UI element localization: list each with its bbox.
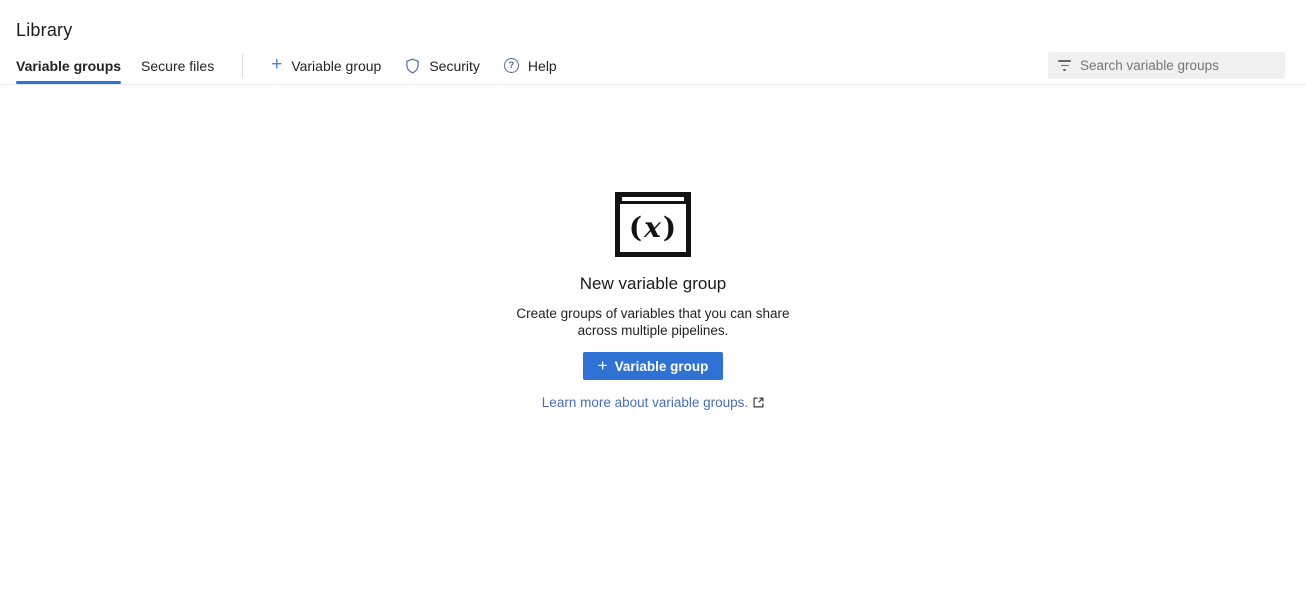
empty-state-description-line1: Create groups of variables that you can … [0, 305, 1306, 322]
tab-secure-files[interactable]: Secure files [141, 47, 214, 84]
tab-variable-groups[interactable]: Variable groups [16, 47, 121, 84]
learn-more-link-label: Learn more about variable groups. [542, 395, 748, 410]
external-link-icon [753, 397, 764, 408]
empty-state-title: New variable group [0, 274, 1306, 294]
help-command[interactable]: ? Help [492, 47, 569, 84]
empty-state-description: Create groups of variables that you can … [0, 305, 1306, 339]
empty-state-description-line2: across multiple pipelines. [0, 322, 1306, 339]
filter-icon [1058, 60, 1071, 71]
plus-icon: + [271, 55, 282, 74]
variable-group-button-label: Variable group [615, 359, 709, 374]
variable-group-icon: (x) [615, 192, 691, 257]
tab-command-bar: Variable groups Secure files + Variable … [0, 47, 1306, 85]
variable-group-icon-body: (x) [620, 204, 686, 252]
variable-group-icon-titlebar [620, 197, 686, 204]
header: Library [0, 0, 1306, 47]
variable-group-button[interactable]: + Variable group [583, 352, 724, 380]
add-variable-group-command[interactable]: + Variable group [259, 47, 393, 84]
tab-variable-groups-label: Variable groups [16, 58, 121, 74]
page-title: Library [16, 20, 1290, 41]
empty-state: (x) New variable group Create groups of … [0, 85, 1306, 412]
shield-icon [405, 58, 420, 74]
tab-secure-files-label: Secure files [141, 58, 214, 74]
learn-more-link[interactable]: Learn more about variable groups. [542, 395, 764, 410]
security-command[interactable]: Security [393, 47, 492, 84]
plus-icon: + [598, 357, 608, 374]
help-label: Help [528, 58, 557, 74]
add-variable-group-label: Variable group [291, 58, 381, 74]
search-box[interactable] [1048, 52, 1285, 79]
security-label: Security [429, 58, 480, 74]
search-input[interactable] [1080, 58, 1275, 73]
toolbar-divider [242, 54, 243, 78]
help-icon: ? [504, 58, 519, 73]
library-page: Library Variable groups Secure files + V… [0, 0, 1306, 601]
